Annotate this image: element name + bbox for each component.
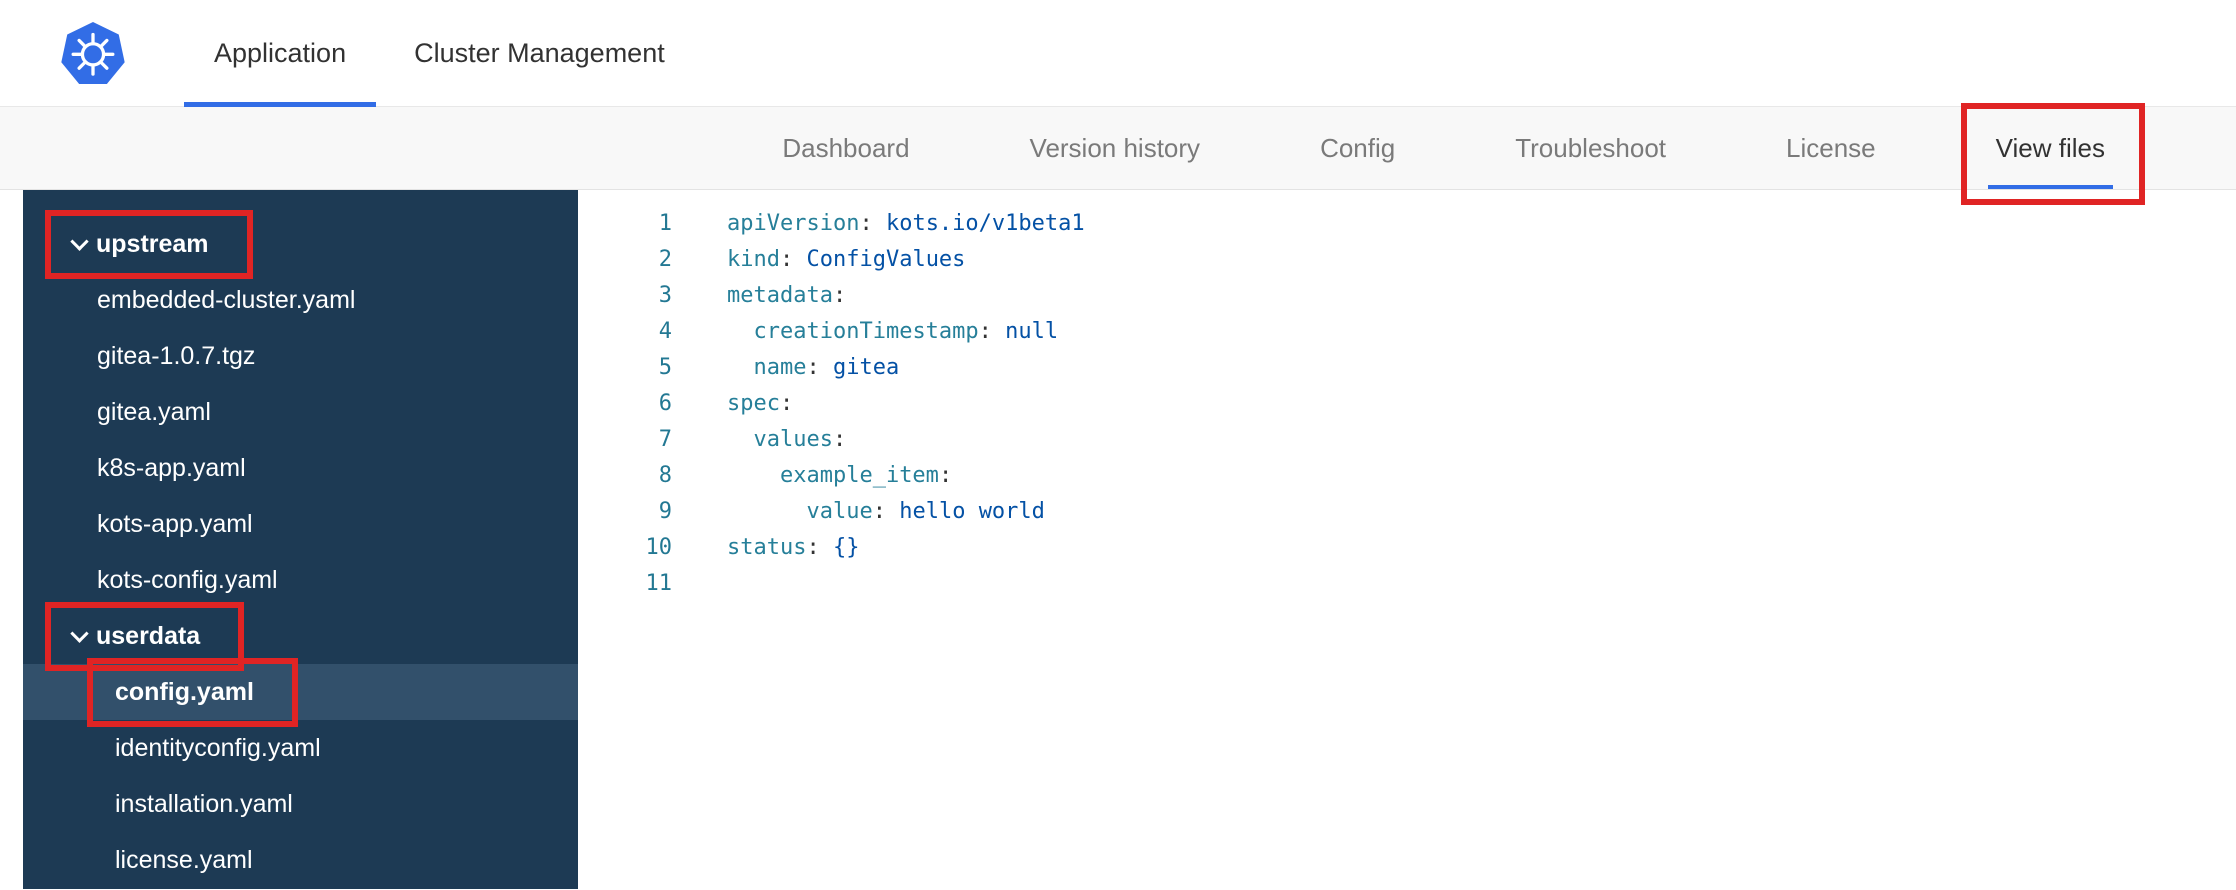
file-label: installation.yaml <box>115 789 293 818</box>
code-line-2: 2 kind: ConfigValues <box>578 242 2236 278</box>
tree-item-content: kots-config.yaml <box>97 552 278 608</box>
tree-item-content: license.yaml <box>115 832 253 888</box>
line-number: 3 <box>658 283 672 308</box>
tree-item-content: userdata <box>45 602 245 671</box>
tab-license[interactable]: License <box>1786 107 1876 189</box>
tab-view-files[interactable]: View files <box>1960 103 2145 205</box>
file-editor[interactable]: 1 apiVersion: kots.io/v1beta1 2 kind: Confi… <box>578 190 2236 889</box>
code-line-3: 3 metadata: <box>578 278 2236 314</box>
tree-item-kots-app-yaml[interactable]: kots-app.yaml <box>23 496 578 552</box>
tab-label: Version history <box>1029 132 1201 163</box>
tree-item-gitea-yaml[interactable]: gitea.yaml <box>23 384 578 440</box>
code-line-6: 6 spec: <box>578 386 2236 422</box>
line-number: 8 <box>658 463 672 488</box>
folder-label: userdata <box>96 621 201 650</box>
line-number: 9 <box>658 499 672 524</box>
tree-item-content: gitea.yaml <box>97 384 211 440</box>
tree-item-userdata[interactable]: userdata <box>23 602 578 671</box>
code-text: status: {} <box>727 535 860 560</box>
line-number: 10 <box>645 535 673 560</box>
line-number: 11 <box>645 571 673 596</box>
tree-item-content: identityconfig.yaml <box>115 720 321 776</box>
code-text: creationTimestamp: null <box>753 319 1059 344</box>
kubernetes-logo-icon <box>60 20 126 86</box>
file-label: gitea.yaml <box>97 397 211 426</box>
top-tab-cluster-management[interactable]: Cluster Management <box>384 0 695 106</box>
file-label: k8s-app.yaml <box>97 453 246 482</box>
code-text: values: <box>753 427 847 452</box>
tree-item-kots-config-yaml[interactable]: kots-config.yaml <box>23 552 578 608</box>
line-number: 1 <box>658 211 672 236</box>
code-line-7: 7 values: <box>578 422 2236 458</box>
file-label: identityconfig.yaml <box>115 733 321 762</box>
code-text: example_item: <box>779 463 953 488</box>
tree-item-installation-yaml[interactable]: installation.yaml <box>23 776 578 832</box>
line-number: 2 <box>658 247 672 272</box>
code-line-10: 10 status: {} <box>578 530 2236 566</box>
file-label: license.yaml <box>115 845 253 874</box>
line-number: 4 <box>658 319 672 344</box>
tab-label: Config <box>1320 132 1396 163</box>
tab-label: License <box>1786 132 1876 163</box>
tree-item-license-yaml[interactable]: license.yaml <box>23 832 578 888</box>
tab-label: View files <box>1995 132 2105 163</box>
tree-item-config-yaml[interactable]: config.yaml <box>23 658 578 727</box>
code-text: value: hello world <box>806 499 1045 524</box>
app-subnav: Dashboard Version history Config Troublesho… <box>0 103 2236 205</box>
code-line-8: 8 example_item: <box>578 458 2236 494</box>
top-tabs: Application Cluster Management <box>184 0 703 107</box>
folder-label: upstream <box>96 229 209 258</box>
tree-item-content: installation.yaml <box>115 776 293 832</box>
code-text: apiVersion: kots.io/v1beta1 <box>727 211 1085 236</box>
file-label: gitea-1.0.7.tgz <box>97 341 256 370</box>
code-view: 1 apiVersion: kots.io/v1beta1 2 kind: Confi… <box>578 206 2236 602</box>
file-tree: upstream embedded-cluster.yaml gitea-1.0.7… <box>23 190 578 889</box>
code-text: spec: <box>727 391 794 416</box>
tree-item-embedded-cluster-yaml[interactable]: embedded-cluster.yaml <box>23 272 578 328</box>
line-number: 5 <box>658 355 672 380</box>
tree-item-gitea-1-0-7-tgz[interactable]: gitea-1.0.7.tgz <box>23 328 578 384</box>
tab-troubleshoot[interactable]: Troubleshoot <box>1515 107 1666 189</box>
tab-label: Troubleshoot <box>1515 132 1667 163</box>
tab-version-history[interactable]: Version history <box>1030 107 1201 189</box>
file-label: kots-app.yaml <box>97 509 253 538</box>
line-number: 7 <box>658 427 672 452</box>
code-line-4: 4 creationTimestamp: null <box>578 314 2236 350</box>
tree-item-identityconfig-yaml[interactable]: identityconfig.yaml <box>23 720 578 776</box>
file-label: config.yaml <box>115 677 254 706</box>
tree-item-content: upstream <box>45 210 253 279</box>
code-line-1: 1 apiVersion: kots.io/v1beta1 <box>578 206 2236 242</box>
top-tab-application[interactable]: Application <box>184 0 377 107</box>
line-number: 6 <box>658 391 672 416</box>
tree-item-content: gitea-1.0.7.tgz <box>97 328 255 384</box>
tree-item-k8s-app-yaml[interactable]: k8s-app.yaml <box>23 440 578 496</box>
tab-label: Dashboard <box>782 132 910 163</box>
tree-item-content: k8s-app.yaml <box>97 440 246 496</box>
code-line-11: 11 <box>578 566 2236 602</box>
code-text: kind: ConfigValues <box>727 247 966 272</box>
code-line-9: 9 value: hello world <box>578 494 2236 530</box>
tree-item-content: config.yaml <box>87 658 298 727</box>
top-nav-bar: Application Cluster Management <box>0 0 2236 107</box>
tab-dashboard[interactable]: Dashboard <box>782 107 909 189</box>
main-content: upstream embedded-cluster.yaml gitea-1.0.7… <box>0 190 2236 889</box>
chevron-down-icon <box>70 623 89 643</box>
code-text: name: gitea <box>753 355 900 380</box>
file-label: kots-config.yaml <box>97 565 278 594</box>
tree-item-content: embedded-cluster.yaml <box>97 272 355 328</box>
tree-item-upstream[interactable]: upstream <box>23 210 578 279</box>
tab-config[interactable]: Config <box>1320 107 1395 189</box>
chevron-down-icon <box>70 231 89 251</box>
code-line-5: 5 name: gitea <box>578 350 2236 386</box>
tree-item-content: kots-app.yaml <box>97 496 253 552</box>
code-text: metadata: <box>727 283 847 308</box>
file-label: embedded-cluster.yaml <box>97 285 356 314</box>
